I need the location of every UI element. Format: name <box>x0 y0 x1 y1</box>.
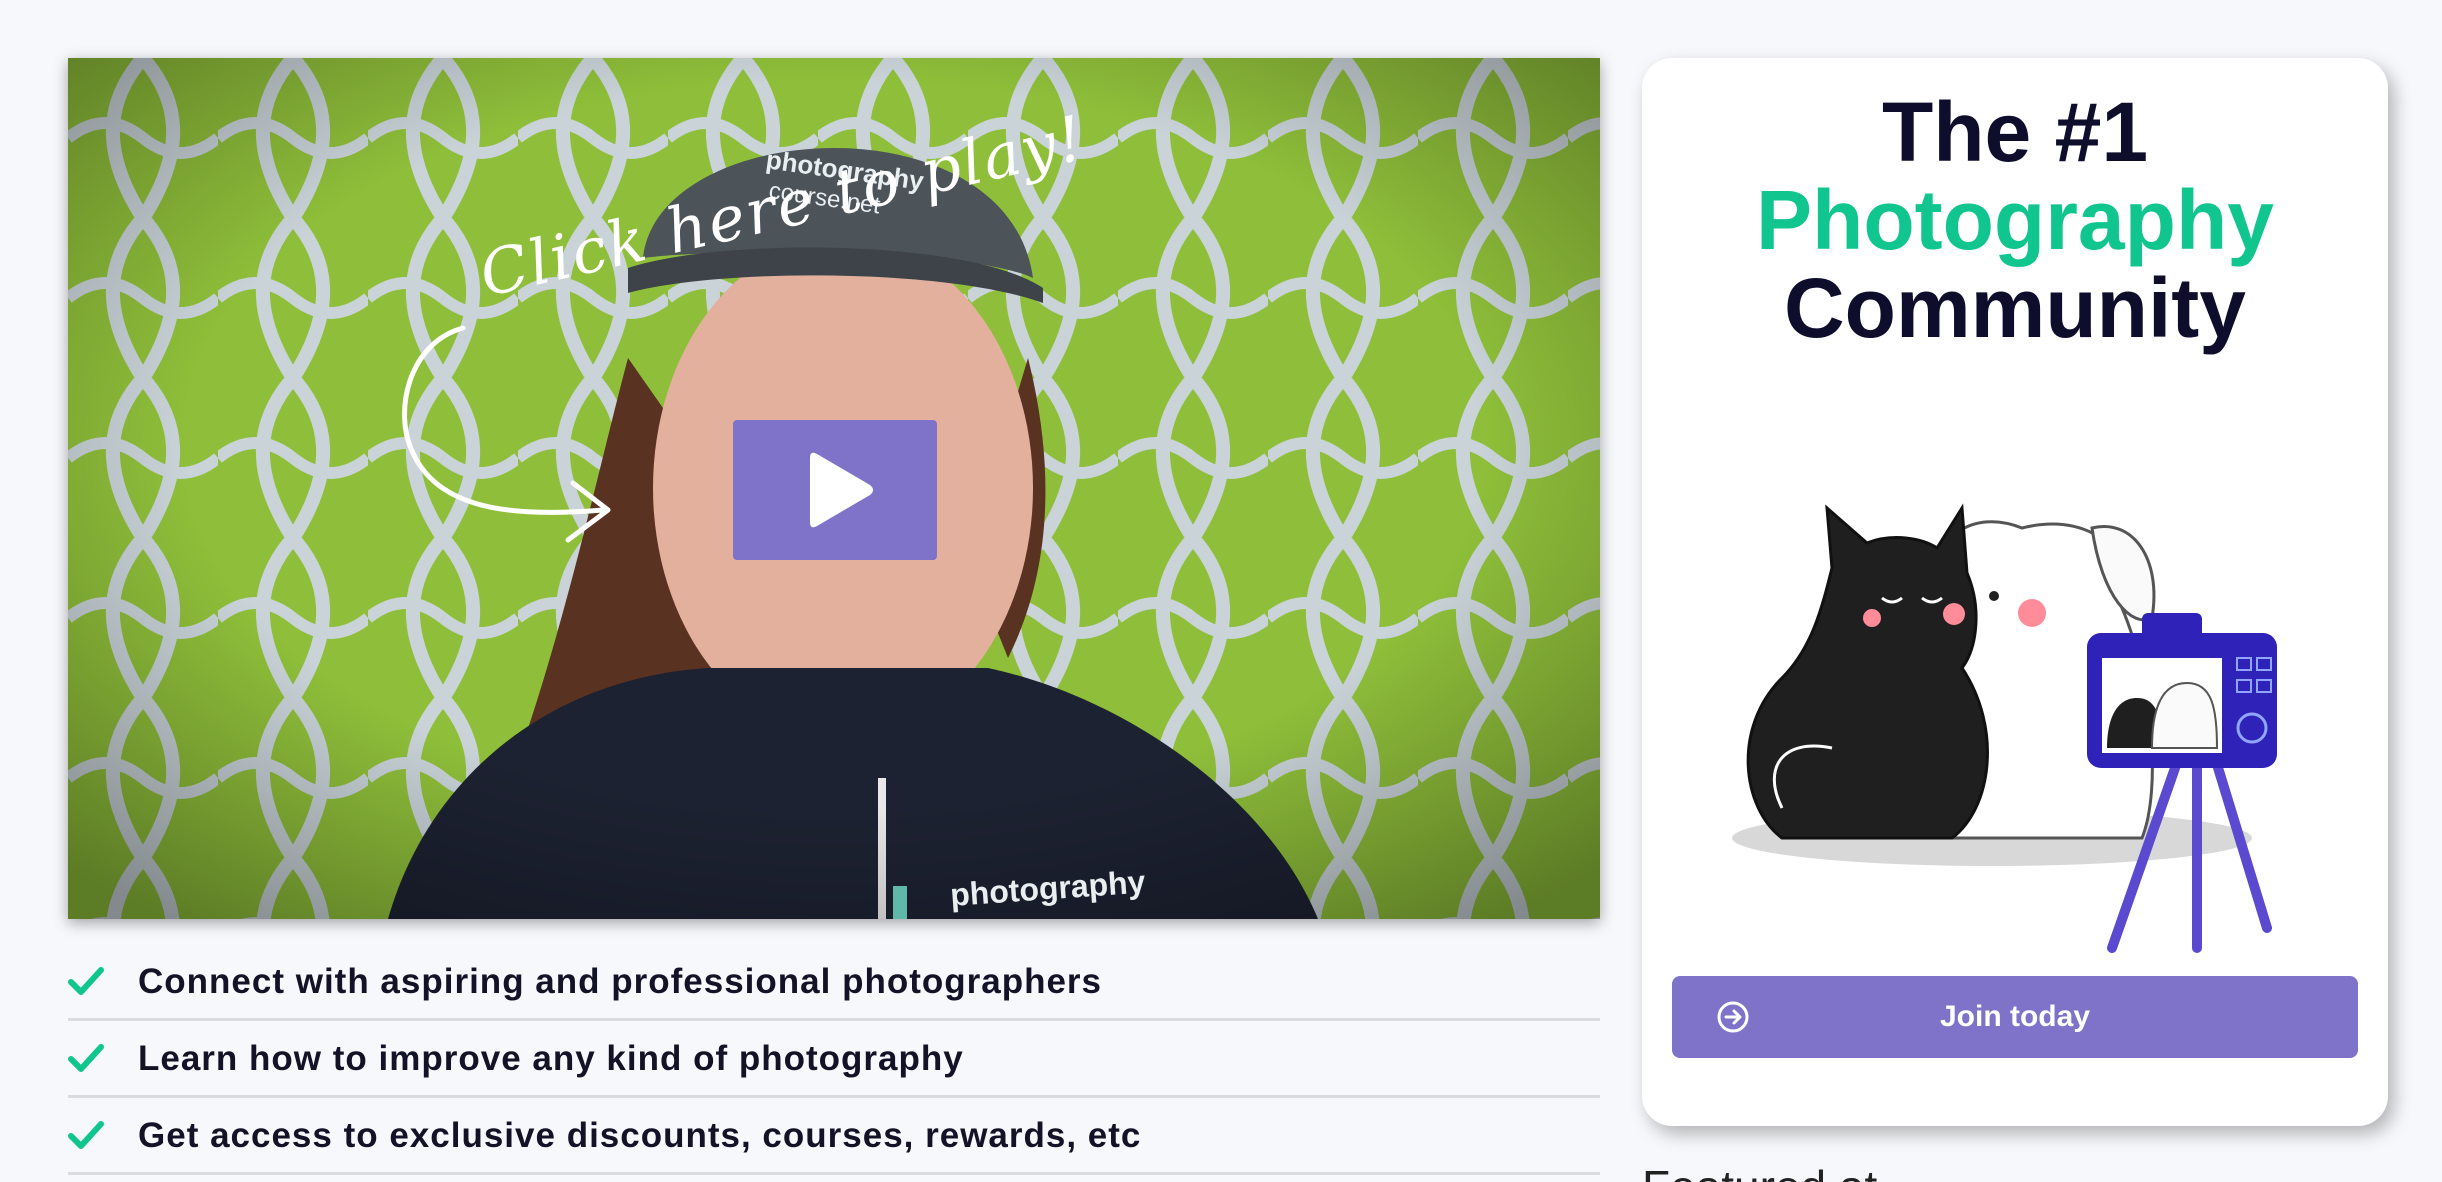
check-icon <box>68 967 104 995</box>
check-icon <box>68 1044 104 1072</box>
page: photography course.net photography Click… <box>0 0 2442 1182</box>
join-today-button[interactable]: Join today <box>1672 976 2358 1058</box>
headline-line-3: Community <box>1784 261 2246 355</box>
check-icon <box>68 1121 104 1149</box>
feature-text: Get access to exclusive discounts, cours… <box>138 1116 1142 1155</box>
video-player[interactable]: photography course.net photography Click… <box>68 58 1600 919</box>
signup-card: The #1 Photography Community Join today <box>1642 58 2388 1126</box>
headline-line-1: The #1 <box>1881 85 2149 179</box>
card-headline: The #1 Photography Community <box>1642 88 2388 352</box>
list-item: Get access to exclusive discounts, cours… <box>68 1098 1600 1175</box>
headline-line-2: Photography <box>1756 173 2274 267</box>
feature-list: Connect with aspiring and professional p… <box>68 944 1600 1175</box>
list-item: Connect with aspiring and professional p… <box>68 944 1600 1021</box>
featured-at-heading: Featured at <box>1642 1160 1877 1182</box>
play-button[interactable] <box>733 420 937 560</box>
list-item: Learn how to improve any kind of photogr… <box>68 1021 1600 1098</box>
feature-text: Connect with aspiring and professional p… <box>138 962 1103 1001</box>
feature-text: Learn how to improve any kind of photogr… <box>138 1039 964 1078</box>
cat-dog-camera-illustration <box>1732 503 2277 953</box>
join-today-label: Join today <box>1939 1000 2090 1033</box>
play-icon <box>810 452 873 528</box>
